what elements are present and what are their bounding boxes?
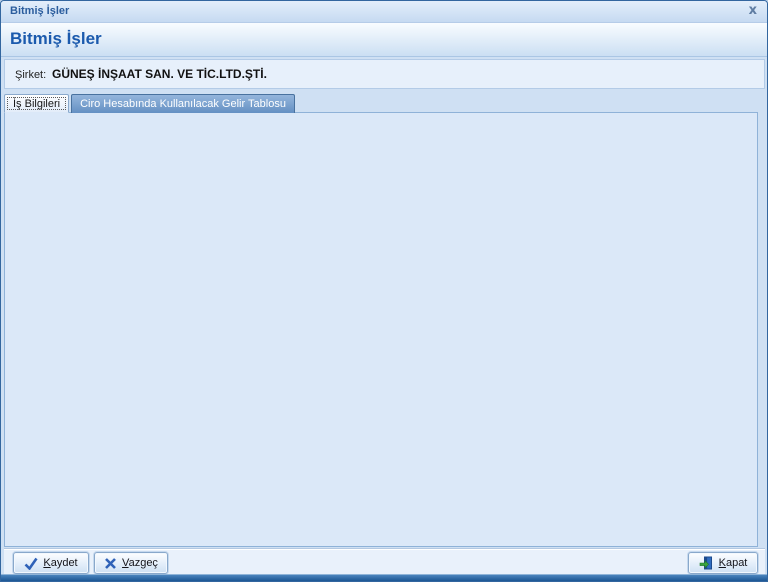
save-button-label: Kaydet [43, 557, 77, 569]
footer-bar: Kaydet Vazgeç Kapat [4, 548, 765, 576]
company-label: Şirket: [15, 69, 46, 81]
check-icon [24, 557, 38, 570]
dialog-header: Bitmiş İşler [1, 23, 768, 57]
titlebar-title: Bitmiş İşler [10, 5, 69, 17]
close-icon[interactable]: x [749, 3, 757, 18]
company-name: GÜNEŞ İNŞAAT SAN. VE TİC.LTD.ŞTİ. [52, 67, 267, 81]
page-title: Bitmiş İşler [10, 29, 102, 49]
titlebar: Bitmiş İşler x [1, 1, 768, 23]
finished-works-dialog: Bitmiş İşler x Bitmiş İşler Şirket: GÜNE… [0, 0, 768, 582]
tab-income-table[interactable]: Ciro Hesabında Kullanılacak Gelir Tablos… [71, 94, 295, 113]
cancel-button-label: Vazgeç [122, 557, 158, 569]
cancel-button[interactable]: Vazgeç [94, 552, 168, 574]
tab-income-table-label: Ciro Hesabında Kullanılacak Gelir Tablos… [80, 98, 286, 110]
tabbar: İş Bilgileri Ciro Hesabında Kullanılacak… [4, 94, 295, 113]
x-icon [104, 557, 117, 570]
window-bottom-edge [1, 574, 768, 581]
exit-door-icon [699, 556, 714, 570]
close-button-label: Kapat [719, 557, 748, 569]
tab-job-info-label: İş Bilgileri [13, 98, 60, 110]
company-row: Şirket: GÜNEŞ İNŞAAT SAN. VE TİC.LTD.ŞTİ… [4, 59, 765, 89]
job-info-panel [4, 112, 758, 547]
save-button[interactable]: Kaydet [13, 552, 89, 574]
tab-job-info[interactable]: İş Bilgileri [4, 94, 69, 113]
close-button[interactable]: Kapat [688, 552, 758, 574]
